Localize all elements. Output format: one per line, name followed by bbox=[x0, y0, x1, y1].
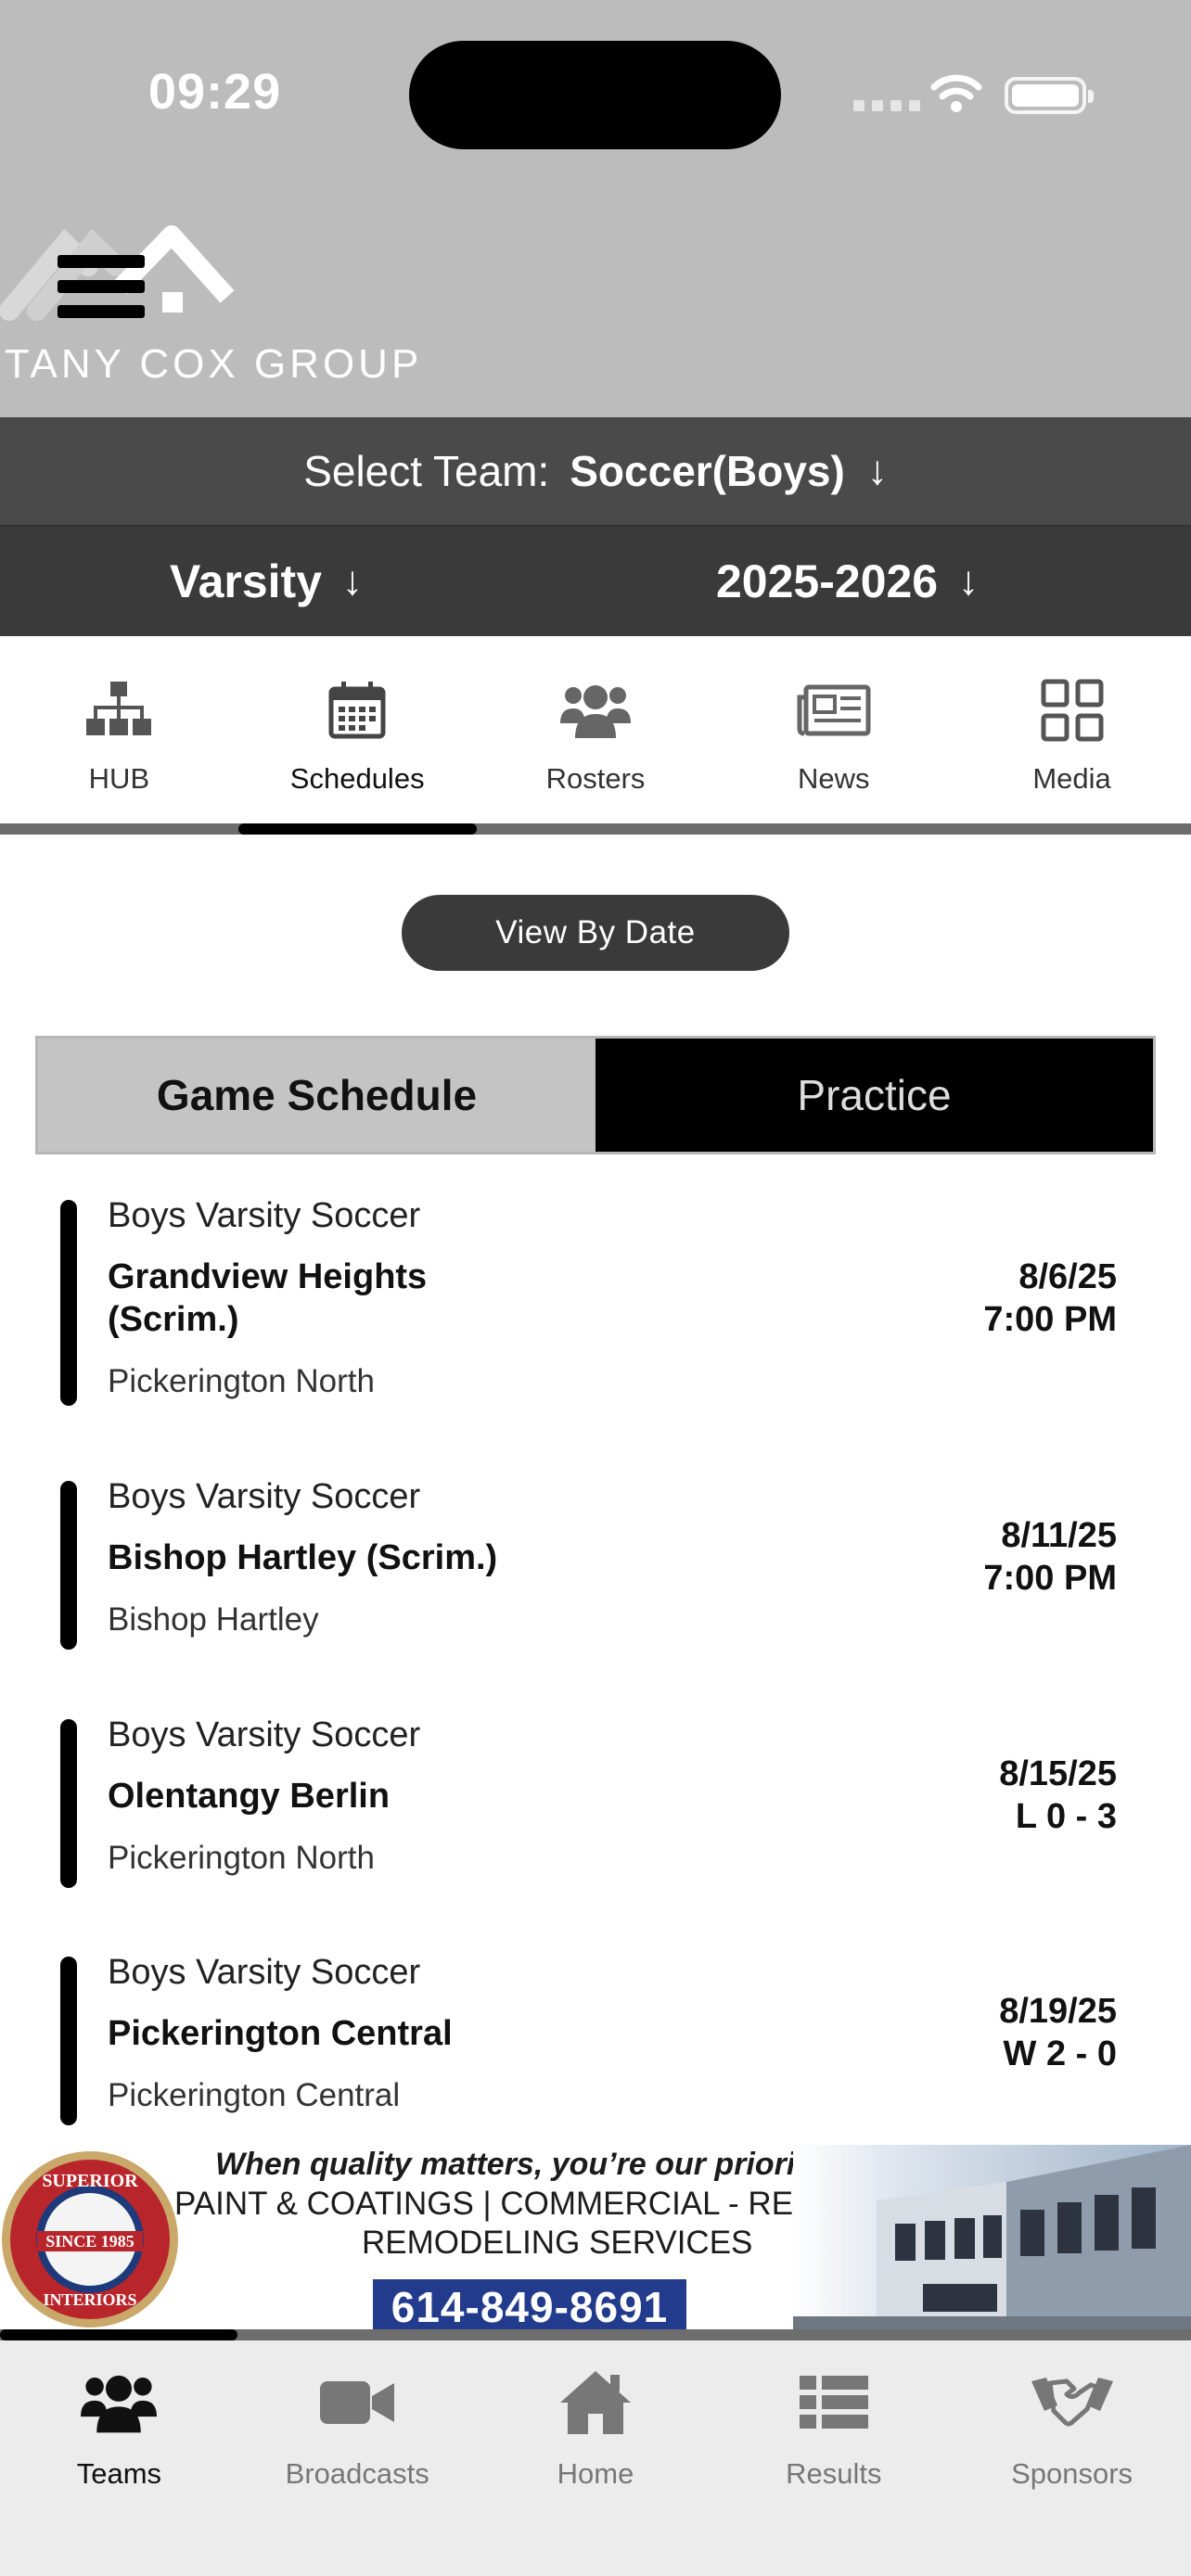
team-selector[interactable]: Select Team: Soccer(Boys) ↓ bbox=[0, 417, 1191, 527]
nav-media-label: Media bbox=[1032, 762, 1111, 795]
tab-sponsors[interactable]: Sponsors bbox=[953, 2340, 1191, 2576]
sponsor-ad-banner[interactable]: SINCE 1985 SUPERIOR INTERIORS When quali… bbox=[0, 2145, 1191, 2333]
nav-rosters-label: Rosters bbox=[545, 762, 646, 795]
ad-progress-indicator bbox=[0, 2329, 237, 2340]
nav-hub-label: HUB bbox=[88, 762, 150, 795]
nav-active-indicator bbox=[238, 823, 477, 835]
tab-broadcasts[interactable]: Broadcasts bbox=[238, 2340, 477, 2576]
nav-media[interactable]: Media bbox=[953, 636, 1191, 825]
event-opponent: Grandview Heights (Scrim.) bbox=[108, 1257, 428, 1339]
arrow-down-icon: ↓ bbox=[958, 558, 980, 604]
nav-underline-track bbox=[0, 823, 1191, 835]
tab-home-label: Home bbox=[557, 2457, 634, 2490]
svg-text:SUPERIOR: SUPERIOR bbox=[42, 2171, 138, 2191]
event-time-result: L 0 - 3 bbox=[1015, 1797, 1117, 1836]
tab-home[interactable]: Home bbox=[477, 2340, 715, 2576]
event-category: Boys Varsity Soccer bbox=[108, 1953, 421, 1992]
bottom-tab-bar: Teams Broadcasts Home Results Sponsors bbox=[0, 2340, 1191, 2576]
video-camera-icon bbox=[320, 2381, 395, 2424]
season-selector-value: 2025-2026 bbox=[716, 555, 939, 607]
tab-results[interactable]: Results bbox=[714, 2340, 953, 2576]
arrow-down-icon: ↓ bbox=[342, 558, 364, 604]
arrow-down-icon: ↓ bbox=[866, 448, 888, 493]
game-schedule-tab[interactable]: Game Schedule bbox=[38, 1039, 596, 1152]
team-selector-value: Soccer(Boys) bbox=[570, 447, 845, 495]
status-time: 09:29 bbox=[148, 64, 282, 120]
schedule-item[interactable]: Boys Varsity Soccer Olentangy Berlin Pic… bbox=[0, 1715, 1191, 1901]
ad-services-line-2: REMODELING SERVICES bbox=[362, 2225, 753, 2261]
battery-icon bbox=[1005, 77, 1094, 114]
handshake-icon bbox=[1031, 2378, 1113, 2427]
svg-text:SINCE 1985: SINCE 1985 bbox=[45, 2232, 134, 2251]
tab-teams-label: Teams bbox=[76, 2457, 162, 2490]
tab-results-label: Results bbox=[786, 2457, 882, 2490]
dynamic-island bbox=[409, 41, 781, 149]
ad-phone-number: 614-849-8691 bbox=[373, 2279, 686, 2333]
event-indicator-bar bbox=[60, 1200, 77, 1406]
season-selector[interactable]: 2025-2026 ↓ bbox=[716, 527, 979, 636]
wifi-icon bbox=[930, 74, 982, 112]
newspaper-icon bbox=[797, 684, 871, 736]
schedule-type-toggle: Game Schedule Practice bbox=[35, 1036, 1156, 1154]
schedule-item[interactable]: Boys Varsity Soccer Pickerington Central… bbox=[0, 1953, 1191, 2138]
event-time-result: 7:00 PM bbox=[983, 1559, 1117, 1598]
nav-rosters[interactable]: Rosters bbox=[477, 636, 715, 825]
event-date: 8/11/25 bbox=[1001, 1516, 1117, 1555]
nav-schedules-label: Schedules bbox=[289, 762, 425, 795]
calendar-icon bbox=[328, 682, 386, 739]
event-indicator-bar bbox=[60, 1481, 77, 1650]
list-icon bbox=[799, 2376, 868, 2429]
event-category: Boys Varsity Soccer bbox=[108, 1477, 421, 1516]
section-nav: HUB Schedules Rosters News Media bbox=[0, 636, 1191, 825]
nav-news-label: News bbox=[798, 762, 870, 795]
tab-broadcasts-label: Broadcasts bbox=[285, 2457, 429, 2490]
org-chart-icon bbox=[86, 682, 152, 735]
event-opponent: Pickerington Central bbox=[108, 2014, 453, 2053]
ad-tagline: When quality matters, you’re our priorit… bbox=[215, 2147, 834, 2182]
tab-teams[interactable]: Teams bbox=[0, 2340, 238, 2576]
cellular-signal-icon bbox=[853, 100, 920, 111]
schedule-item[interactable]: Boys Varsity Soccer Grandview Heights (S… bbox=[0, 1196, 1191, 1428]
event-category: Boys Varsity Soccer bbox=[108, 1715, 421, 1754]
event-date: 8/19/25 bbox=[999, 1992, 1117, 2031]
event-opponent: Olentangy Berlin bbox=[108, 1777, 391, 1816]
team-icon bbox=[81, 2375, 158, 2433]
event-location: Pickerington North bbox=[108, 1363, 375, 1399]
nav-schedules[interactable]: Schedules bbox=[238, 636, 477, 825]
event-indicator-bar bbox=[60, 1719, 77, 1888]
event-location: Pickerington North bbox=[108, 1840, 375, 1876]
nav-hub[interactable]: HUB bbox=[0, 636, 238, 825]
home-icon bbox=[559, 2371, 631, 2434]
users-icon bbox=[559, 685, 631, 738]
level-selector[interactable]: Varsity ↓ bbox=[170, 527, 363, 636]
event-time-result: W 2 - 0 bbox=[1003, 2034, 1117, 2073]
event-category: Boys Varsity Soccer bbox=[108, 1196, 421, 1235]
event-date: 8/6/25 bbox=[1018, 1257, 1117, 1296]
event-location: Pickerington Central bbox=[108, 2077, 401, 2113]
hamburger-menu-icon[interactable] bbox=[58, 255, 145, 330]
tab-sponsors-label: Sponsors bbox=[1011, 2457, 1133, 2490]
event-indicator-bar bbox=[60, 1957, 77, 2125]
nav-news[interactable]: News bbox=[714, 636, 953, 825]
event-time-result: 7:00 PM bbox=[983, 1300, 1117, 1339]
event-date: 8/15/25 bbox=[999, 1754, 1117, 1793]
schedule-item[interactable]: Boys Varsity Soccer Bishop Hartley (Scri… bbox=[0, 1477, 1191, 1663]
grid-icon bbox=[1041, 679, 1104, 742]
team-selector-label: Select Team: bbox=[303, 447, 550, 495]
view-by-date-button[interactable]: View By Date bbox=[402, 895, 789, 971]
sponsor-seal-logo: SINCE 1985 SUPERIOR INTERIORS bbox=[2, 2151, 178, 2327]
event-opponent: Bishop Hartley (Scrim.) bbox=[108, 1538, 498, 1577]
svg-text:INTERIORS: INTERIORS bbox=[43, 2290, 136, 2309]
practice-tab[interactable]: Practice bbox=[596, 1039, 1153, 1152]
building-photo bbox=[793, 2145, 1191, 2333]
level-selector-value: Varsity bbox=[170, 555, 323, 607]
event-location: Bishop Hartley bbox=[108, 1601, 319, 1638]
level-season-bar: Varsity ↓ 2025-2026 ↓ bbox=[0, 527, 1191, 636]
brand-logo-text: TTANY COX GROUP bbox=[0, 341, 423, 387]
